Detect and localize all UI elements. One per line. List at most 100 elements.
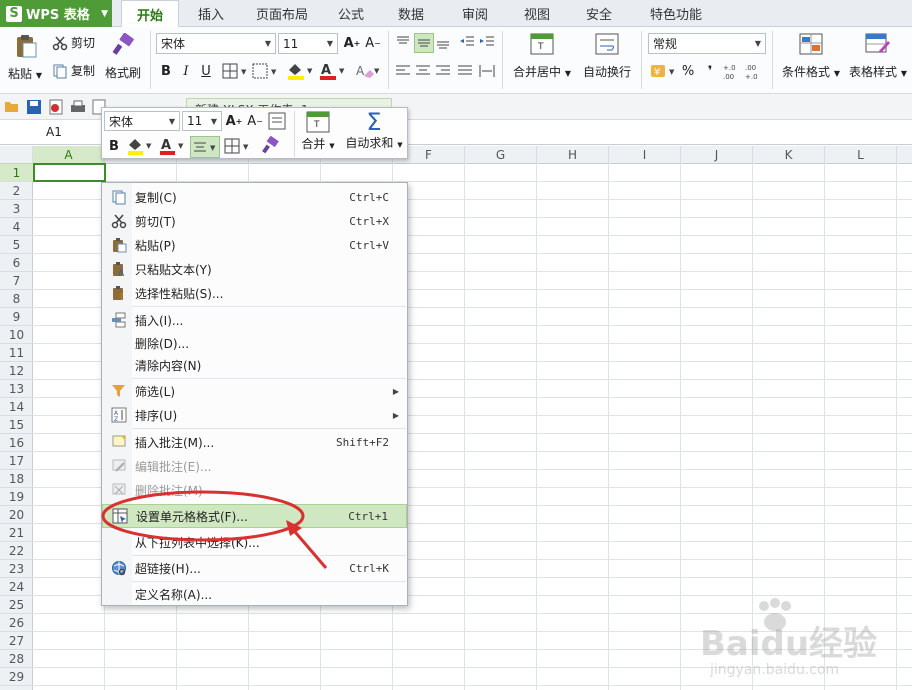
column-header[interactable]: G [465,146,537,164]
tab-formulas[interactable]: 公式 [330,0,372,27]
font-name-combo[interactable]: 宋体 ▼ [156,33,276,54]
mini-fill-color-button[interactable]: ▼ [126,137,154,155]
fill-color-button[interactable]: ▼ [286,62,316,80]
row-header[interactable]: 15 [0,416,33,434]
increase-indent-icon[interactable] [478,33,496,51]
mini-font-size-combo[interactable]: 11 ▼ [182,111,222,131]
currency-format-button[interactable]: ¥ ▼ [650,62,678,80]
row-header[interactable]: 13 [0,380,33,398]
copy-button[interactable]: 复制 [52,62,95,79]
fill-pattern-button[interactable]: ▼ [252,63,278,79]
menu-item-hyperlink[interactable]: 超链接(H)... Ctrl+K [102,556,407,580]
row-header[interactable]: 27 [0,632,33,650]
row-header[interactable]: 20 [0,506,33,524]
menu-item-paste-special[interactable]: ? 选择性粘贴(S)... [102,281,407,305]
align-left-icon[interactable] [394,63,412,79]
row-header[interactable]: 17 [0,452,33,470]
tab-review[interactable]: 审阅 [454,0,496,27]
row-header[interactable]: 29 [0,668,33,686]
select-all-corner[interactable] [0,146,33,164]
menu-item-insert[interactable]: 插入(I)... [102,308,407,332]
percent-style-button[interactable]: % [678,61,698,81]
mini-bold-icon[interactable]: B [104,136,124,156]
row-header[interactable]: 9 [0,308,33,326]
open-folder-icon[interactable] [4,99,20,113]
align-middle-icon[interactable] [414,33,434,53]
row-header[interactable]: 1 [0,164,33,182]
mini-format-painter-icon[interactable] [260,136,280,156]
mini-autosum-button[interactable]: Σ 自动求和 ▼ [342,110,406,151]
row-header[interactable]: 26 [0,614,33,632]
comma-style-button[interactable]: ❜ [700,61,720,81]
row-header[interactable]: 8 [0,290,33,308]
menu-item-clear-contents[interactable]: 清除内容(N) [102,353,407,377]
decrease-font-icon[interactable]: A − [363,33,383,53]
align-bottom-icon[interactable] [434,33,452,51]
tab-insert[interactable]: 插入 [188,0,234,27]
selected-cell[interactable] [33,163,106,182]
menu-item-cut[interactable]: 剪切(T) Ctrl+X [102,209,407,233]
column-header[interactable]: L [825,146,897,164]
row-header[interactable]: 10 [0,326,33,344]
tab-view[interactable]: 视图 [516,0,558,27]
row-header[interactable]: 14 [0,398,33,416]
format-painter-button[interactable]: 格式刷 [102,33,144,81]
row-header[interactable]: 25 [0,596,33,614]
row-header[interactable]: 4 [0,218,33,236]
tab-home[interactable]: 开始 [121,0,179,28]
menu-item-insert-comment[interactable]: 插入批注(M)... Shift+F2 [102,430,407,454]
paste-button[interactable]: 粘贴 ▼ [8,33,46,82]
decrease-indent-icon[interactable] [458,33,476,51]
align-top-icon[interactable] [394,33,412,51]
row-header[interactable]: 12 [0,362,33,380]
tab-security[interactable]: 安全 [578,0,620,27]
row-header[interactable]: 3 [0,200,33,218]
mini-increase-font-icon[interactable]: A + [224,111,244,131]
column-header[interactable]: K [753,146,825,164]
row-header[interactable]: 22 [0,542,33,560]
export-pdf-icon[interactable] [48,99,64,115]
increase-decimal-icon[interactable]: +.0.00 [722,61,742,81]
bold-icon[interactable]: B [156,61,176,81]
tab-special-features[interactable]: 特色功能 [638,0,714,27]
menu-item-delete[interactable]: 删除(D)... [102,331,407,355]
menu-item-paste[interactable]: 粘贴(P) Ctrl+V [102,233,407,257]
row-header[interactable]: 18 [0,470,33,488]
conditional-format-button[interactable]: 条件格式 ▼ [778,33,844,80]
align-center-icon[interactable] [414,63,432,79]
save-icon[interactable] [26,99,42,115]
row-header[interactable]: 16 [0,434,33,452]
decrease-decimal-icon[interactable]: .00 +.0 [744,61,764,81]
menu-item-filter[interactable]: 筛选(L) ▶ [102,379,407,403]
justify-icon[interactable] [456,63,474,79]
column-header[interactable]: A [33,146,105,164]
row-header[interactable]: 7 [0,272,33,290]
mini-decrease-font-icon[interactable]: A − [245,111,265,131]
mini-format-cells-icon[interactable] [268,112,286,130]
row-header[interactable]: 21 [0,524,33,542]
number-format-combo[interactable]: 常规 ▼ [648,33,766,54]
row-header[interactable]: 19 [0,488,33,506]
increase-font-icon[interactable]: A + [342,33,362,53]
font-size-combo[interactable]: 11 ▼ [278,33,338,54]
column-header[interactable]: H [537,146,609,164]
mini-merge-button[interactable]: T 合并 ▼ [300,111,336,152]
borders-button[interactable]: ▼ [222,63,248,79]
print-icon[interactable] [70,99,86,115]
clear-format-button[interactable]: A ▼ [354,62,382,80]
mini-font-color-button[interactable]: A ▼ [158,137,186,155]
name-box[interactable]: A1 [0,120,104,144]
italic-icon[interactable]: I [176,61,196,81]
tab-page-layout[interactable]: 页面布局 [248,0,316,27]
row-header[interactable]: 6 [0,254,33,272]
row-header[interactable]: 23 [0,560,33,578]
mini-borders-button[interactable]: ▼ [224,138,252,156]
row-header[interactable]: 28 [0,650,33,668]
row-header[interactable]: 11 [0,344,33,362]
column-header[interactable]: J [681,146,753,164]
underline-icon[interactable]: U [196,61,216,81]
menu-item-paste-text-only[interactable]: A 只粘贴文本(Y) [102,257,407,281]
column-header[interactable]: I [609,146,681,164]
align-right-icon[interactable] [434,63,452,79]
row-header[interactable]: 5 [0,236,33,254]
